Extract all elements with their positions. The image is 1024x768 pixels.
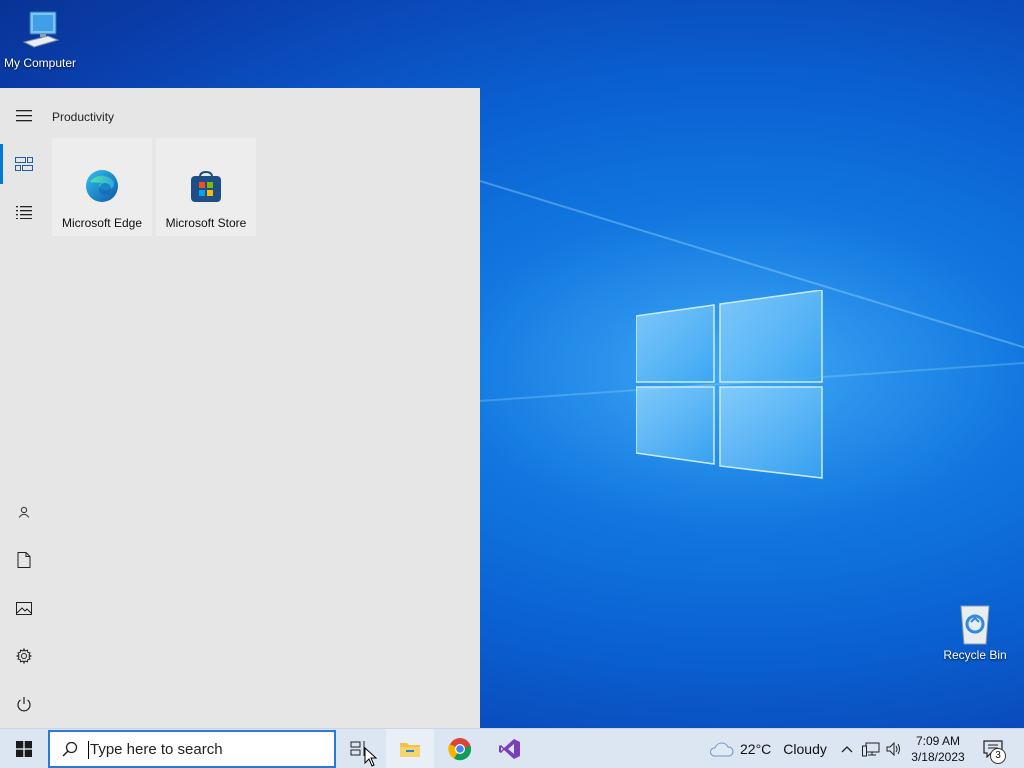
mouse-cursor-icon	[364, 747, 378, 767]
text-caret	[88, 741, 89, 759]
start-menu: Productivity Microsoft Edge Microsoft St…	[0, 88, 480, 728]
all-apps-button[interactable]	[0, 188, 48, 236]
taskbar-chrome[interactable]	[436, 729, 484, 768]
taskbar-clock[interactable]: 7:09 AM 3/18/2023	[906, 733, 970, 765]
cloudy-weather-icon	[710, 742, 734, 757]
volume-tray-button[interactable]	[884, 729, 904, 768]
store-icon	[191, 170, 221, 202]
pinned-tiles-button[interactable]	[0, 140, 48, 188]
desktop-icon-label: Recycle Bin	[943, 648, 1007, 662]
chevron-up-icon	[841, 746, 853, 753]
tile-label: Microsoft Store	[165, 216, 247, 230]
documents-icon	[17, 552, 31, 568]
tile-microsoft-edge[interactable]: Microsoft Edge	[52, 138, 152, 236]
documents-button[interactable]	[0, 536, 48, 584]
user-account-button[interactable]	[0, 488, 48, 536]
volume-icon	[886, 742, 900, 756]
task-view-button[interactable]	[338, 729, 382, 768]
desktop-icon-my-computer[interactable]: My Computer	[0, 10, 80, 70]
settings-gear-icon	[16, 648, 32, 664]
tiles-view-icon	[15, 157, 33, 171]
settings-button[interactable]	[0, 632, 48, 680]
user-icon	[18, 506, 30, 518]
windows-wallpaper-logo	[636, 290, 823, 479]
hamburger-menu-icon	[16, 110, 32, 122]
start-menu-rail	[0, 88, 48, 728]
edge-icon	[86, 170, 118, 202]
network-tray-button[interactable]	[860, 729, 882, 768]
show-hidden-icons-button[interactable]	[838, 729, 856, 768]
search-icon	[50, 741, 90, 757]
clock-time: 7:09 AM	[915, 734, 961, 748]
tile-microsoft-store[interactable]: Microsoft Store	[156, 138, 256, 236]
taskbar-search-box[interactable]	[48, 730, 336, 768]
computer-icon	[22, 11, 60, 48]
power-button[interactable]	[0, 680, 48, 728]
pictures-button[interactable]	[0, 584, 48, 632]
clock-date: 3/18/2023	[911, 750, 965, 764]
visual-studio-icon	[499, 739, 520, 759]
expand-menu-button[interactable]	[0, 92, 48, 140]
pictures-icon	[16, 601, 32, 615]
notification-count-badge: 3	[990, 748, 1006, 764]
power-icon	[17, 697, 31, 712]
desktop-icon-recycle-bin[interactable]: Recycle Bin	[935, 602, 1015, 662]
chrome-icon	[448, 738, 472, 761]
weather-temperature: 22°C	[740, 741, 772, 757]
taskbar: 22°C Cloudy 7:09 AM 3/18/2023 3	[0, 728, 1024, 768]
search-input[interactable]	[90, 740, 320, 758]
start-button[interactable]	[0, 729, 48, 768]
weather-condition: Cloudy	[783, 741, 827, 757]
taskbar-file-explorer[interactable]	[386, 729, 434, 768]
tile-label: Microsoft Edge	[61, 216, 143, 230]
weather-widget[interactable]: 22°C Cloudy	[708, 729, 827, 768]
tile-group-title: Productivity	[52, 110, 115, 124]
file-explorer-icon	[400, 743, 420, 757]
all-apps-list-icon	[16, 206, 32, 219]
recycle-bin-icon	[960, 605, 990, 645]
taskbar-visual-studio[interactable]	[486, 729, 534, 768]
network-icon	[862, 742, 880, 757]
desktop-icon-label: My Computer	[3, 56, 77, 70]
windows-start-icon	[16, 741, 32, 757]
